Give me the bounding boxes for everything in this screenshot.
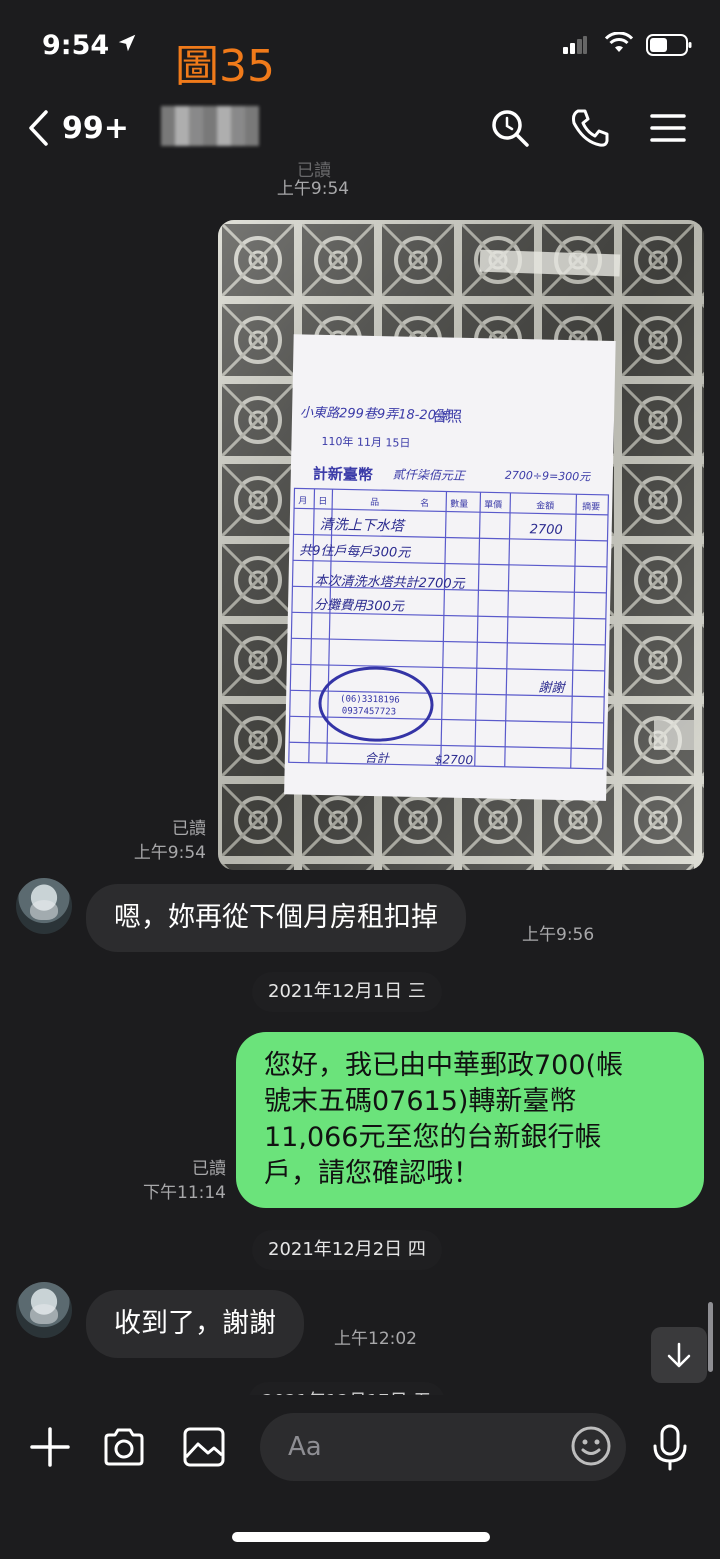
wifi-icon	[604, 32, 634, 52]
search-icon[interactable]	[490, 108, 530, 148]
receipt-col-day: 日	[318, 496, 327, 507]
seal-phone-1: (06)3318196	[340, 694, 400, 705]
menu-icon[interactable]	[648, 108, 688, 148]
receipt-signature: 謝謝	[538, 680, 566, 696]
signal-icon	[563, 36, 587, 54]
receipt-line-1: 清洗上下水塔	[320, 517, 406, 535]
chat-screen: 9:54 圖35 99+ 已讀 上午9:54 小東路299巷9弄18-20號 台…	[0, 0, 720, 1559]
date-separator: 2021年12月2日 四	[252, 1230, 442, 1270]
date-separator: 2021年12月1日 三	[252, 972, 442, 1012]
receipt-total-value: $2700	[435, 752, 474, 767]
receipt-col-item: 品	[370, 497, 379, 508]
receipt-note-2: 分攤費用300元	[314, 598, 405, 615]
chevron-left-icon	[29, 110, 48, 146]
receipt-col-note: 摘要	[582, 500, 600, 512]
receipt-amount-written: 貳仟柒佰元正	[393, 467, 467, 483]
receipt-col-amount: 金額	[536, 499, 554, 511]
scroll-to-bottom-button[interactable]	[651, 1327, 707, 1383]
receipt-note-1: 本次清洗水塔共計2700元	[314, 574, 465, 592]
receipt-amount-label: 計新臺幣	[313, 465, 373, 484]
incoming-message[interactable]: 收到了，謝謝	[86, 1290, 304, 1358]
location-arrow-icon	[118, 34, 136, 52]
incoming-message-time: 上午9:56	[522, 925, 595, 945]
outgoing-message-line: 戶，請您確認哦！	[264, 1158, 480, 1189]
home-indicator[interactable]	[232, 1532, 490, 1542]
message-time: 上午9:54	[276, 179, 350, 199]
contact-name-blurred[interactable]	[161, 106, 259, 146]
image-icon[interactable]	[182, 1425, 226, 1469]
unread-count: 99+	[62, 110, 129, 146]
emoji-icon[interactable]	[570, 1425, 612, 1467]
receipt-col-qty: 數量	[450, 498, 468, 510]
outgoing-message-line: 號末五碼07615)轉新臺幣	[264, 1086, 577, 1117]
receipt-photo-image: 小東路299巷9弄18-20號 台照 110年 11月 15日 計新臺幣 貳仟柒…	[218, 220, 704, 870]
microphone-icon[interactable]	[648, 1423, 692, 1471]
outgoing-message-line: 您好，我已由中華郵政700(帳	[264, 1050, 624, 1081]
photo-read-status: 已讀	[172, 819, 206, 839]
contact-avatar[interactable]	[16, 1282, 72, 1338]
outgoing-message-time: 下午11:14	[143, 1183, 226, 1203]
receipt-col-price: 單價	[484, 499, 502, 510]
message-input[interactable]	[288, 1427, 568, 1467]
figure-label: 圖35	[175, 41, 275, 92]
receipt-calc: 2700÷9=300元	[505, 469, 592, 484]
arrow-down-icon	[667, 1342, 691, 1368]
receipt-col-month: 月	[298, 495, 307, 506]
battery-icon	[646, 34, 692, 56]
outgoing-message[interactable]: 您好，我已由中華郵政700(帳 號末五碼07615)轉新臺幣 11,066元至您…	[236, 1032, 704, 1208]
seal-phone-2: 0937457723	[342, 706, 396, 717]
receipt-title-print: 台照	[432, 407, 462, 426]
receipt-col-name: 名	[420, 497, 429, 509]
receipt-total-label: 合計	[365, 751, 390, 766]
outgoing-message-line: 11,066元至您的台新銀行帳	[264, 1122, 602, 1153]
receipt-date: 110年 11月 15日	[321, 434, 410, 450]
status-time: 9:54	[42, 30, 110, 61]
receipt-line-2: 共9住戶每戶300元	[299, 543, 411, 560]
incoming-message-time: 上午12:02	[334, 1329, 417, 1349]
incoming-message[interactable]: 嗯，妳再從下個月房租扣掉	[86, 884, 466, 952]
phone-icon[interactable]	[570, 108, 610, 148]
photo-time: 上午9:54	[133, 843, 206, 863]
scrollbar[interactable]	[708, 1302, 713, 1372]
message-input-box[interactable]	[260, 1413, 626, 1481]
camera-icon[interactable]	[102, 1425, 146, 1469]
back-button[interactable]: 99+	[26, 108, 136, 148]
contact-avatar[interactable]	[16, 878, 72, 934]
receipt-photo[interactable]: 小東路299巷9弄18-20號 台照 110年 11月 15日 計新臺幣 貳仟柒…	[218, 220, 704, 870]
receipt-title: 小東路299巷9弄18-20號	[300, 405, 451, 423]
receipt-line-1-amount: 2700	[530, 522, 563, 538]
plus-icon[interactable]	[28, 1425, 72, 1469]
outgoing-read-status: 已讀	[192, 1159, 226, 1179]
message-composer-bar	[0, 1395, 720, 1559]
